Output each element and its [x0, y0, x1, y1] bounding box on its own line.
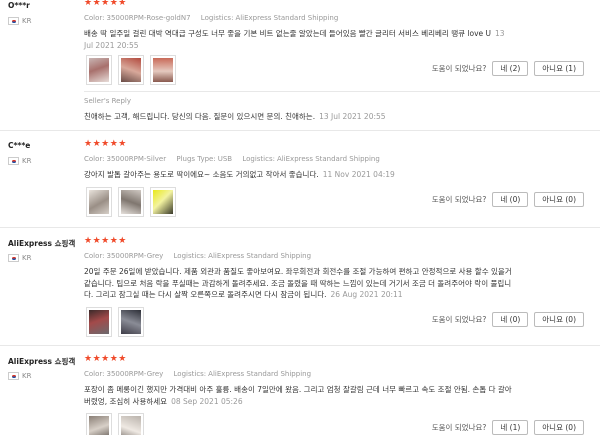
review-author: AliExpress 쇼핑객 — [8, 239, 76, 248]
logistics-key: Logistics: — [173, 252, 207, 260]
review-photo[interactable] — [86, 187, 112, 217]
helpful-label: 도움이 되었나요? — [431, 195, 487, 204]
review-text: 20일 주문 26일에 받았습니다. 제품 외관과 품질도 좋아보여요. 좌우회… — [84, 266, 514, 301]
seller-reply-text: 친애하는 고객, 해드립니다. 당신의 다음. 질문이 있으시면 문의. 친애하… — [84, 111, 386, 122]
review-photo[interactable] — [86, 413, 112, 435]
helpful-vote: 도움이 되었나요? 네 (0) 아니요 (0) — [432, 312, 584, 327]
review-sku-meta: Color: 35000RPM-Silver Plugs Type: USB Log… — [84, 155, 380, 163]
helpful-label: 도움이 되었나요? — [431, 315, 487, 324]
logistics-value: AliExpress Standard Shipping — [235, 14, 339, 22]
review-photos — [86, 187, 176, 217]
review-photo[interactable] — [118, 55, 144, 85]
logistics-key: Logistics: — [242, 155, 275, 163]
review-photos — [86, 55, 176, 85]
review-body: 포장이 좀 메롱이긴 했지만 가격대비 아주 훌륭. 배송이 7일만에 왔음. … — [84, 385, 512, 406]
helpful-yes-button[interactable]: 네 (0) — [492, 312, 529, 327]
helpful-no-button[interactable]: 아니요 (0) — [534, 192, 584, 207]
color-value: 35000RPM-Silver — [106, 155, 167, 163]
helpful-vote: 도움이 되었나요? 네 (0) 아니요 (0) — [432, 192, 584, 207]
review-author: C***e — [8, 141, 31, 150]
logistics-key: Logistics: — [173, 370, 207, 378]
color-key: Color: — [84, 252, 105, 260]
logistics-value: AliExpress Standard Shipping — [208, 252, 312, 260]
flag-kr-icon — [8, 372, 19, 380]
color-key: Color: — [84, 14, 105, 22]
helpful-no-button[interactable]: 아니요 (0) — [534, 420, 584, 435]
review-country: KR — [8, 17, 31, 25]
review-text: 배송 딱 일주일 걸린 대박 역대급 구성도 너무 좋을 기본 비트 없는줄 알… — [84, 28, 514, 51]
color-value: 35000RPM-Grey — [106, 370, 164, 378]
review-sku-meta: Color: 35000RPM-Grey Logistics: AliExpress… — [84, 252, 311, 260]
review-photo[interactable] — [86, 55, 112, 85]
helpful-label: 도움이 되었나요? — [431, 64, 487, 73]
color-value: 35000RPM-Grey — [106, 252, 164, 260]
helpful-no-button[interactable]: 아니요 (0) — [534, 312, 584, 327]
review-date: 26 Aug 2021 20:11 — [330, 290, 403, 299]
review-text: 강아지 발톱 갈아주는 용도로 딱이에요~ 소음도 거의없고 작아서 좋습니다.… — [84, 169, 514, 181]
logistics-key: Logistics: — [200, 14, 234, 22]
review-body: 20일 주문 26일에 받았습니다. 제품 외관과 품질도 좋아보여요. 좌우회… — [84, 267, 512, 299]
review-photos — [86, 307, 144, 337]
review-divider — [0, 227, 600, 228]
helpful-yes-button[interactable]: 네 (1) — [492, 420, 529, 435]
review-date: 08 Sep 2021 05:26 — [171, 396, 243, 406]
helpful-vote: 도움이 되었나요? 네 (1) 아니요 (0) — [432, 420, 584, 435]
flag-kr-icon — [8, 157, 19, 165]
helpful-yes-button[interactable]: 네 (0) — [492, 192, 529, 207]
logistics-value: AliExpress Standard Shipping — [276, 155, 380, 163]
star-rating: ★★★★★ — [84, 0, 127, 8]
review-photo[interactable] — [150, 55, 176, 85]
review-country: KR — [8, 372, 31, 380]
review-divider — [0, 130, 600, 131]
review-photos — [86, 413, 144, 435]
review-date: 11 Nov 2021 04:19 — [322, 170, 395, 179]
reply-body: 친애하는 고객, 해드립니다. 당신의 다음. 질문이 있으시면 문의. 친애하… — [84, 112, 316, 121]
seller-reply-header: Seller's Reply — [84, 97, 132, 105]
flag-kr-icon — [8, 254, 19, 262]
helpful-yes-button[interactable]: 네 (2) — [492, 61, 529, 76]
plugs-key: Plugs Type: — [176, 155, 216, 163]
flag-kr-icon — [8, 17, 19, 25]
color-key: Color: — [84, 370, 105, 378]
review-author: AliExpress 쇼핑객 — [8, 357, 76, 366]
star-rating: ★★★★★ — [84, 354, 127, 364]
review-country: KR — [8, 157, 31, 165]
divider — [84, 91, 600, 92]
review-sku-meta: Color: 35000RPM-Rose-goldN7 Logistics: Ali… — [84, 14, 338, 22]
star-rating: ★★★★★ — [84, 139, 127, 149]
color-key: Color: — [84, 155, 105, 163]
review-photo[interactable] — [118, 187, 144, 217]
review-body: 배송 딱 일주일 걸린 대박 역대급 구성도 너무 좋을 기본 비트 없는줄 알… — [84, 29, 491, 38]
helpful-vote: 도움이 되었나요? 네 (2) 아니요 (1) — [432, 61, 584, 76]
review-country: KR — [8, 254, 31, 262]
country-code: KR — [22, 17, 32, 25]
review-photo[interactable] — [86, 307, 112, 337]
country-code: KR — [22, 157, 32, 165]
review-photo[interactable] — [118, 307, 144, 337]
logistics-value: AliExpress Standard Shipping — [208, 370, 312, 378]
helpful-no-button[interactable]: 아니요 (1) — [534, 61, 584, 76]
review-divider — [0, 345, 600, 346]
helpful-label: 도움이 되었나요? — [431, 423, 487, 432]
review-text: 포장이 좀 메롱이긴 했지만 가격대비 아주 훌륭. 배송이 7일만에 왔음. … — [84, 384, 514, 407]
color-value: 35000RPM-Rose-goldN7 — [106, 14, 191, 22]
star-rating: ★★★★★ — [84, 236, 127, 246]
reply-date: 13 Jul 2021 20:55 — [319, 112, 386, 121]
review-author: O***r — [8, 1, 30, 10]
country-code: KR — [22, 254, 32, 262]
review-sku-meta: Color: 35000RPM-Grey Logistics: AliExpress… — [84, 370, 311, 378]
plugs-value: USB — [217, 155, 233, 163]
review-photo[interactable] — [150, 187, 176, 217]
review-photo[interactable] — [118, 413, 144, 435]
country-code: KR — [22, 372, 32, 380]
review-body: 강아지 발톱 갈아주는 용도로 딱이에요~ 소음도 거의없고 작아서 좋습니다. — [84, 170, 319, 179]
